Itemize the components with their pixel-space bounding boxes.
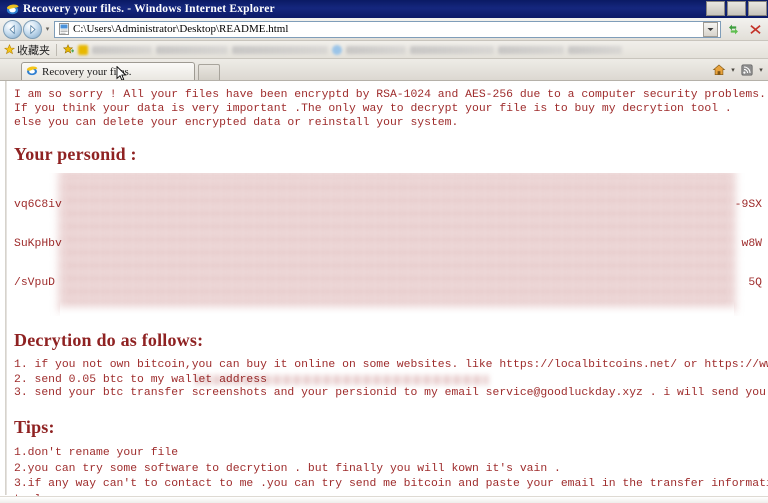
favorite-item[interactable] <box>92 45 152 54</box>
favorite-item[interactable] <box>232 45 328 54</box>
star-icon <box>3 44 16 55</box>
forward-arrow-icon[interactable] <box>23 19 42 39</box>
ie-logo-icon <box>6 3 19 16</box>
favorites-button[interactable]: 收藏夹 <box>3 42 50 58</box>
home-chevron-down-icon[interactable]: ▾ <box>729 66 737 74</box>
step-item: 3. send your btc transfer screenshots an… <box>14 387 766 400</box>
personid-redaction-blur <box>60 173 734 313</box>
intro-paragraph: I am so sorry ! All your files have been… <box>14 89 766 130</box>
step-item-wallet: 2. send 0.05 btc to my wallet address <box>14 373 762 387</box>
favorite-item[interactable] <box>156 45 228 54</box>
status-strip <box>0 496 768 503</box>
favorites-label: 收藏夹 <box>17 44 50 57</box>
feeds-icon[interactable] <box>738 62 756 78</box>
maximize-button[interactable] <box>727 1 746 16</box>
home-icon[interactable] <box>710 62 728 78</box>
page-content: I am so sorry ! All your files have been… <box>0 80 768 503</box>
step-item: 1. if you not own bitcoin,you can buy it… <box>14 359 768 372</box>
page-icon <box>57 22 71 36</box>
tab-title: Recovery your files. <box>42 65 132 78</box>
tip-item: 1.don't rename your file <box>14 447 179 460</box>
intro-line: If you think your data is very important… <box>14 102 732 115</box>
favorites-bar: 收藏夹 <box>0 41 768 59</box>
personid-block: vq6C8iv SuKpHbv /sVpuD bjlKnN PEyaRQ JCR… <box>14 173 762 317</box>
intro-line: I am so sorry ! All your files have been… <box>14 89 766 101</box>
tip-item: 2.you can try some software to decrytion… <box>14 462 561 475</box>
wallet-address-redaction-blur <box>196 375 488 386</box>
title-bar: Recovery your files. - Windows Internet … <box>0 0 768 18</box>
recent-pages-chevron-down-icon[interactable]: ▾ <box>43 23 52 35</box>
favorite-item[interactable] <box>498 45 564 54</box>
window-title: Recovery your files. - Windows Internet … <box>23 3 275 15</box>
decryption-heading: Decrytion do as follows: <box>14 330 204 351</box>
stop-icon[interactable] <box>745 20 765 39</box>
personid-blur-fade <box>60 301 734 317</box>
tab-recovery-your-files[interactable]: Recovery your files. <box>21 62 195 81</box>
tips-list: 1.don't rename your file 2.you can try s… <box>14 446 768 503</box>
tip-item: 3.if any way can't to contact to me .you… <box>14 478 768 491</box>
address-bar[interactable]: C:\Users\Administrator\Desktop\README.ht… <box>54 20 721 38</box>
tips-heading: Tips: <box>14 417 55 438</box>
favorite-item[interactable] <box>346 45 406 54</box>
favorite-item-icon[interactable] <box>332 44 342 55</box>
browser-window: Recovery your files. - Windows Internet … <box>0 0 768 503</box>
favorite-item[interactable] <box>410 45 494 54</box>
minimize-button[interactable] <box>706 1 725 16</box>
new-tab-button[interactable] <box>198 64 220 80</box>
refresh-icon[interactable] <box>723 20 743 39</box>
close-button[interactable] <box>748 1 767 16</box>
feeds-chevron-down-icon[interactable]: ▾ <box>757 66 765 74</box>
intro-line: else you can delete your encrypted data … <box>14 116 459 129</box>
address-input[interactable]: C:\Users\Administrator\Desktop\README.ht… <box>73 23 703 35</box>
window-controls <box>706 1 767 16</box>
ie-page-icon <box>26 65 39 78</box>
add-favorite-star-icon[interactable] <box>62 44 74 55</box>
decryption-steps: 1. if you not own bitcoin,you can buy it… <box>14 359 768 401</box>
tab-bar: Recovery your files. ▾ ▾ <box>0 59 768 81</box>
navigation-bar: ▾ C:\Users\Administrator\Desktop\README.… <box>0 18 768 41</box>
back-arrow-icon[interactable] <box>3 19 22 39</box>
favorite-item-icon[interactable] <box>78 44 88 55</box>
personid-heading: Your personid : <box>14 144 137 165</box>
address-chevron-down-icon[interactable] <box>703 21 718 37</box>
toolbar-divider <box>56 43 57 56</box>
favorite-item[interactable] <box>568 45 622 54</box>
